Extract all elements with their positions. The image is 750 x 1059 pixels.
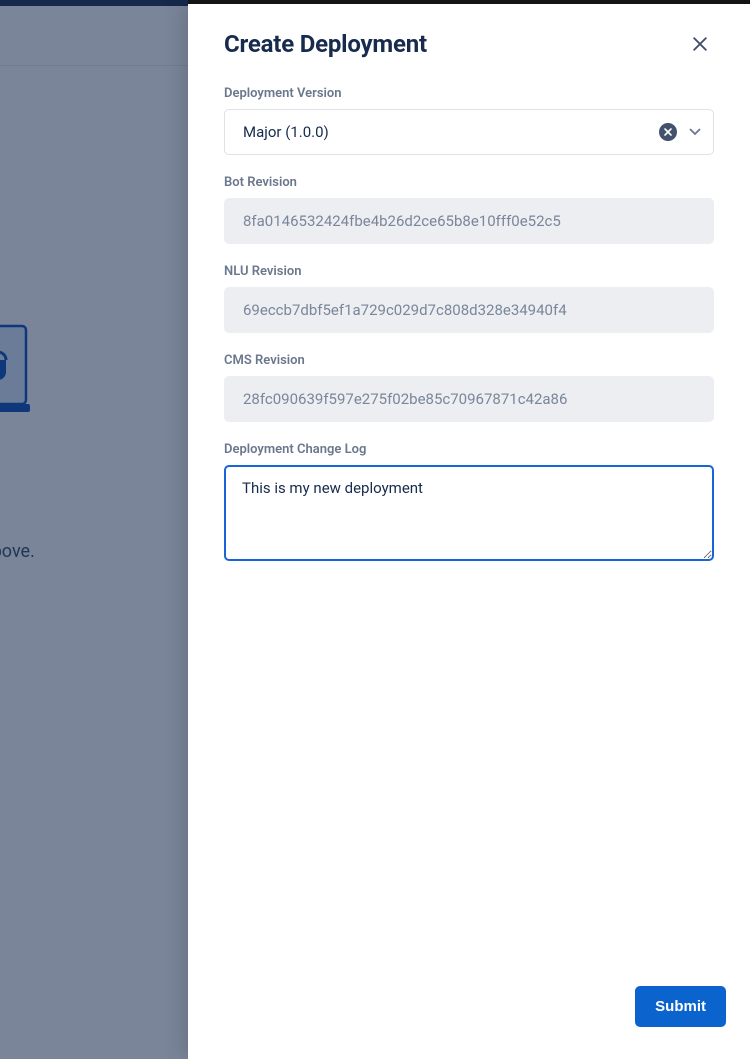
clear-selection-button[interactable]: [659, 123, 677, 141]
x-circle-icon: [663, 127, 673, 137]
label-deployment-version: Deployment Version: [224, 86, 714, 101]
field-bot-revision: Bot Revision: [224, 175, 714, 244]
changelog-textarea[interactable]: [224, 465, 714, 561]
deployment-version-value: Major (1.0.0): [243, 123, 329, 141]
field-cms-revision: CMS Revision: [224, 353, 714, 422]
drawer-title: Create Deployment: [224, 30, 427, 58]
dropdown-caret[interactable]: [687, 124, 703, 140]
label-nlu-revision: NLU Revision: [224, 264, 714, 279]
drawer-footer: Submit: [188, 968, 750, 1059]
drawer-body: Deployment Version Major (1.0.0): [188, 76, 750, 968]
bot-revision-input[interactable]: [224, 198, 714, 244]
select-controls: [659, 110, 703, 154]
close-icon: [690, 34, 710, 54]
create-deployment-drawer: Create Deployment Deployment Version Maj…: [188, 0, 750, 1059]
chevron-down-icon: [689, 128, 701, 136]
nlu-revision-input[interactable]: [224, 287, 714, 333]
field-deployment-version: Deployment Version Major (1.0.0): [224, 86, 714, 155]
cms-revision-input[interactable]: [224, 376, 714, 422]
field-nlu-revision: NLU Revision: [224, 264, 714, 333]
deployment-version-select[interactable]: Major (1.0.0): [224, 109, 714, 155]
submit-button[interactable]: Submit: [635, 986, 726, 1027]
field-changelog: Deployment Change Log: [224, 442, 714, 565]
close-button[interactable]: [686, 30, 714, 58]
label-cms-revision: CMS Revision: [224, 353, 714, 368]
drawer-header: Create Deployment: [188, 4, 750, 76]
label-changelog: Deployment Change Log: [224, 442, 714, 457]
label-bot-revision: Bot Revision: [224, 175, 714, 190]
